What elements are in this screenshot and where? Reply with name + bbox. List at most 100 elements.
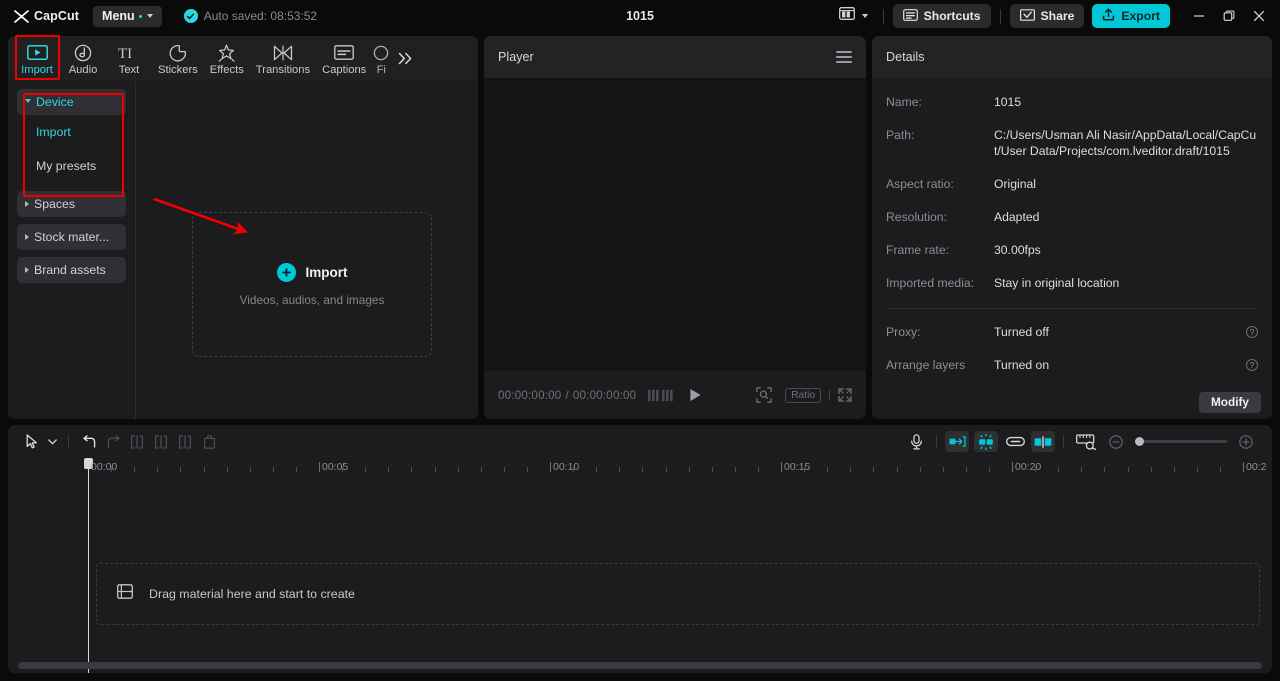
sidebar-item-my-presets[interactable]: My presets <box>17 149 126 183</box>
ruler-label: 00:00 <box>91 461 118 473</box>
chevron-collapsed-icon <box>25 234 29 240</box>
tab-filters[interactable]: Fi <box>372 38 390 79</box>
import-video-icon <box>26 43 48 62</box>
layout-chevron-down-icon <box>861 14 868 18</box>
maximize-button[interactable] <box>1214 1 1244 31</box>
export-button[interactable]: Export <box>1092 4 1170 28</box>
fullscreen-icon[interactable] <box>838 388 852 402</box>
details-value[interactable]: Turned off <box>994 324 1246 340</box>
modify-button[interactable]: Modify <box>1198 391 1261 413</box>
microphone-icon[interactable] <box>904 430 928 454</box>
shortcuts-button[interactable]: Shortcuts <box>892 4 991 28</box>
ruler-minor-tick <box>111 467 113 472</box>
ruler-minor-tick <box>365 467 367 472</box>
capcut-logo-icon <box>14 9 29 23</box>
autosave-status: Auto saved: 08:53:52 <box>183 9 317 23</box>
divider <box>936 434 937 449</box>
frame-step-back-icon[interactable] <box>648 389 659 402</box>
timeline-right-tools <box>904 430 1260 454</box>
svg-text:TI: TI <box>118 46 132 61</box>
text-ti-icon: TI <box>118 43 140 62</box>
player-canvas[interactable] <box>484 78 866 371</box>
ruler-minor-tick <box>1173 467 1175 472</box>
close-button[interactable] <box>1244 1 1274 31</box>
time-separator: / <box>565 388 569 402</box>
sidebar-item-import[interactable]: Import <box>17 115 126 149</box>
details-row-arrange-layers: Arrange layers Turned on ? <box>886 357 1258 373</box>
magnetic-snap-icon[interactable] <box>974 431 998 452</box>
tab-audio[interactable]: Audio <box>60 38 106 79</box>
ruler-minor-tick <box>827 467 829 472</box>
details-label: Aspect ratio: <box>886 177 954 191</box>
tab-text[interactable]: TI Text <box>106 38 152 79</box>
ratio-button[interactable]: Ratio <box>785 387 822 403</box>
split-icon <box>125 430 149 454</box>
share-button[interactable]: Share <box>1009 4 1085 28</box>
timeline-scrollbar[interactable] <box>8 657 1272 673</box>
details-row-imported-media: Imported media: Stay in original locatio… <box>886 275 1258 291</box>
help-circle-icon[interactable]: ? <box>1246 326 1258 338</box>
sidebar-item-device[interactable]: Device <box>17 89 126 115</box>
sidebar-item-spaces[interactable]: Spaces <box>17 191 126 217</box>
ruler-label: 00:20 <box>1015 461 1042 473</box>
timeline-drop-hint: Drag material here and start to create <box>149 587 355 601</box>
timeline-ruler[interactable]: 00:00 00:05 00:10 00:15 00:20 00:2 <box>8 458 1272 673</box>
zoom-out-icon[interactable] <box>1104 430 1128 454</box>
tab-stickers[interactable]: Stickers <box>152 38 204 79</box>
undo-icon[interactable] <box>77 430 101 454</box>
details-footer: Modify <box>872 385 1272 419</box>
clip-mirror-icon[interactable] <box>1031 431 1055 452</box>
cursor-dropdown-chevron-down-icon[interactable] <box>44 430 60 454</box>
snap-to-start-icon[interactable] <box>945 431 969 452</box>
tab-effects[interactable]: Effects <box>204 38 250 79</box>
sticker-icon <box>169 43 187 62</box>
import-dropzone[interactable]: Import Videos, audios, and images <box>192 212 432 357</box>
zoom-in-icon[interactable] <box>1234 430 1258 454</box>
tab-audio-label: Audio <box>68 64 98 76</box>
check-circle-icon <box>183 9 198 23</box>
details-value: 30.00fps <box>994 243 1041 257</box>
sidebar-item-stock-materials[interactable]: Stock mater... <box>17 224 126 250</box>
hamburger-menu-icon[interactable] <box>836 51 852 63</box>
help-circle-icon[interactable]: ? <box>1246 359 1258 371</box>
media-panel: Import Audio TI Text Stickers Effects Tr… <box>8 36 478 419</box>
layout-button[interactable] <box>833 3 874 29</box>
menu-button[interactable]: Menu <box>93 5 162 27</box>
minimize-button[interactable] <box>1184 1 1214 31</box>
zoom-slider[interactable] <box>1135 437 1227 446</box>
frame-step-forward-icon[interactable] <box>662 389 673 402</box>
tab-import[interactable]: Import <box>14 38 60 79</box>
captions-icon <box>334 43 355 62</box>
sidebar-item-import-label: Import <box>36 125 71 139</box>
player-controls: 00:00:00:00 / 00:00:00:00 Ratio | <box>484 371 866 419</box>
sidebar-item-stock-materials-label: Stock mater... <box>34 230 110 244</box>
chevron-expanded-icon <box>25 98 31 106</box>
plus-circle-icon <box>276 262 296 282</box>
export-upload-icon <box>1102 8 1115 24</box>
timeline-scrollbar-thumb[interactable] <box>18 661 1262 669</box>
ruler-label: 00:2 <box>1246 461 1267 473</box>
cursor-arrow-icon[interactable] <box>20 430 44 454</box>
title-bar: CapCut Menu Auto saved: 08:53:52 1015 Sh… <box>0 0 1280 32</box>
magnify-frame-icon[interactable] <box>756 387 772 403</box>
keyboard-icon <box>902 8 918 24</box>
current-time: 00:00:00:00 <box>498 388 562 402</box>
filmstrip-ruler-icon[interactable] <box>1072 430 1100 454</box>
sidebar-item-brand-assets[interactable]: Brand assets <box>17 257 126 283</box>
app-logo: CapCut <box>14 9 79 23</box>
filters-icon <box>373 43 389 62</box>
tab-transitions-label: Transitions <box>255 64 311 76</box>
link-icon[interactable] <box>1003 430 1027 454</box>
import-dropzone-title: Import <box>305 264 348 280</box>
ruler-minor-tick <box>295 467 297 472</box>
details-value[interactable]: Turned on <box>994 357 1246 373</box>
timeline-drop-area[interactable]: Drag material here and start to create <box>96 563 1260 625</box>
details-panel: Details Name: 1015 Path: C:/Users/Usman … <box>872 36 1272 419</box>
ruler-minor-tick <box>942 467 944 472</box>
chevron-double-right-icon[interactable] <box>392 38 418 79</box>
tab-captions[interactable]: Captions <box>316 38 372 79</box>
zoom-slider-handle[interactable] <box>1135 437 1144 446</box>
tab-transitions[interactable]: Transitions <box>250 38 316 79</box>
play-icon[interactable] <box>689 388 702 402</box>
ruler-minor-tick <box>157 467 159 472</box>
